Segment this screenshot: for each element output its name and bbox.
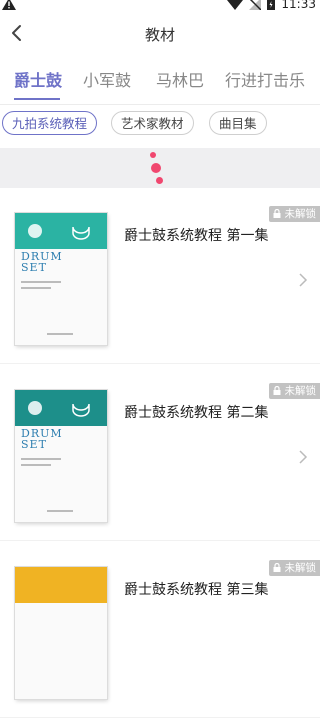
drum-kit-icon bbox=[28, 224, 90, 240]
book-cover bbox=[15, 567, 107, 699]
page-title: 教材 bbox=[144, 26, 175, 44]
book-title: 爵士鼓系统教程 第二集 bbox=[124, 405, 269, 421]
top-bar: 教材 bbox=[0, 14, 320, 54]
status-bar: 11:33 bbox=[0, 0, 320, 12]
cover-decoration bbox=[21, 464, 51, 466]
lock-icon bbox=[273, 208, 281, 218]
cover-text: DRUM SET bbox=[21, 427, 63, 451]
cover-band bbox=[15, 567, 107, 603]
loader-dot bbox=[156, 177, 163, 184]
cover-decoration bbox=[21, 281, 61, 283]
locked-badge: 未解锁 bbox=[269, 560, 320, 576]
tab-snare-drum[interactable]: 小军鼓 bbox=[83, 67, 131, 91]
divider bbox=[0, 104, 320, 105]
cover-publisher-mark bbox=[47, 510, 73, 512]
chip-nine-beat-course[interactable]: 九拍系统教程 bbox=[2, 111, 98, 135]
signal-icon bbox=[249, 0, 262, 10]
book-cover: DRUM SET bbox=[15, 213, 107, 345]
lock-icon bbox=[273, 562, 281, 572]
cover-decoration bbox=[21, 458, 61, 460]
tab-jazz-drum[interactable]: 爵士鼓 bbox=[14, 67, 62, 91]
book-title: 爵士鼓系统教程 第一集 bbox=[124, 228, 269, 244]
book-title: 爵士鼓系统教程 第三集 bbox=[124, 582, 269, 598]
category-tabs: 爵士鼓 小军鼓 马林巴 行进打击乐 bbox=[0, 62, 320, 102]
list-item[interactable]: DRUM SET 爵士鼓系统教程 第一集 未解锁 bbox=[0, 188, 320, 364]
cover-publisher-mark bbox=[47, 333, 73, 335]
status-time: 11:33 bbox=[281, 0, 316, 11]
cover-band bbox=[15, 213, 107, 249]
battery-icon bbox=[267, 0, 276, 10]
cover-text: DRUM SET bbox=[21, 250, 63, 274]
chevron-right-icon bbox=[299, 450, 308, 464]
lock-icon bbox=[273, 385, 281, 395]
wifi-icon bbox=[227, 0, 244, 10]
cover-decoration bbox=[21, 287, 51, 289]
tab-marching-percussion[interactable]: 行进打击乐 bbox=[225, 67, 305, 91]
filter-chips: 九拍系统教程 艺术家教材 曲目集 bbox=[0, 111, 320, 139]
cover-band bbox=[15, 390, 107, 426]
loader-dot bbox=[150, 152, 156, 158]
loading-indicator bbox=[0, 148, 320, 188]
active-tab-indicator bbox=[14, 98, 60, 100]
list-item[interactable]: DRUM SET 爵士鼓系统教程 第二集 未解锁 bbox=[0, 365, 320, 541]
book-cover: DRUM SET bbox=[15, 390, 107, 522]
locked-badge: 未解锁 bbox=[269, 383, 320, 399]
chip-artist-materials[interactable]: 艺术家教材 bbox=[111, 111, 194, 135]
warning-icon bbox=[2, 0, 16, 10]
chevron-right-icon bbox=[299, 273, 308, 287]
tab-marimba[interactable]: 马林巴 bbox=[156, 67, 204, 91]
drum-kit-icon bbox=[28, 401, 90, 417]
loader-dot bbox=[151, 163, 161, 173]
chip-song-collection[interactable]: 曲目集 bbox=[209, 111, 267, 135]
locked-badge: 未解锁 bbox=[269, 206, 320, 222]
list-item[interactable]: 爵士鼓系统教程 第三集 未解锁 bbox=[0, 542, 320, 718]
